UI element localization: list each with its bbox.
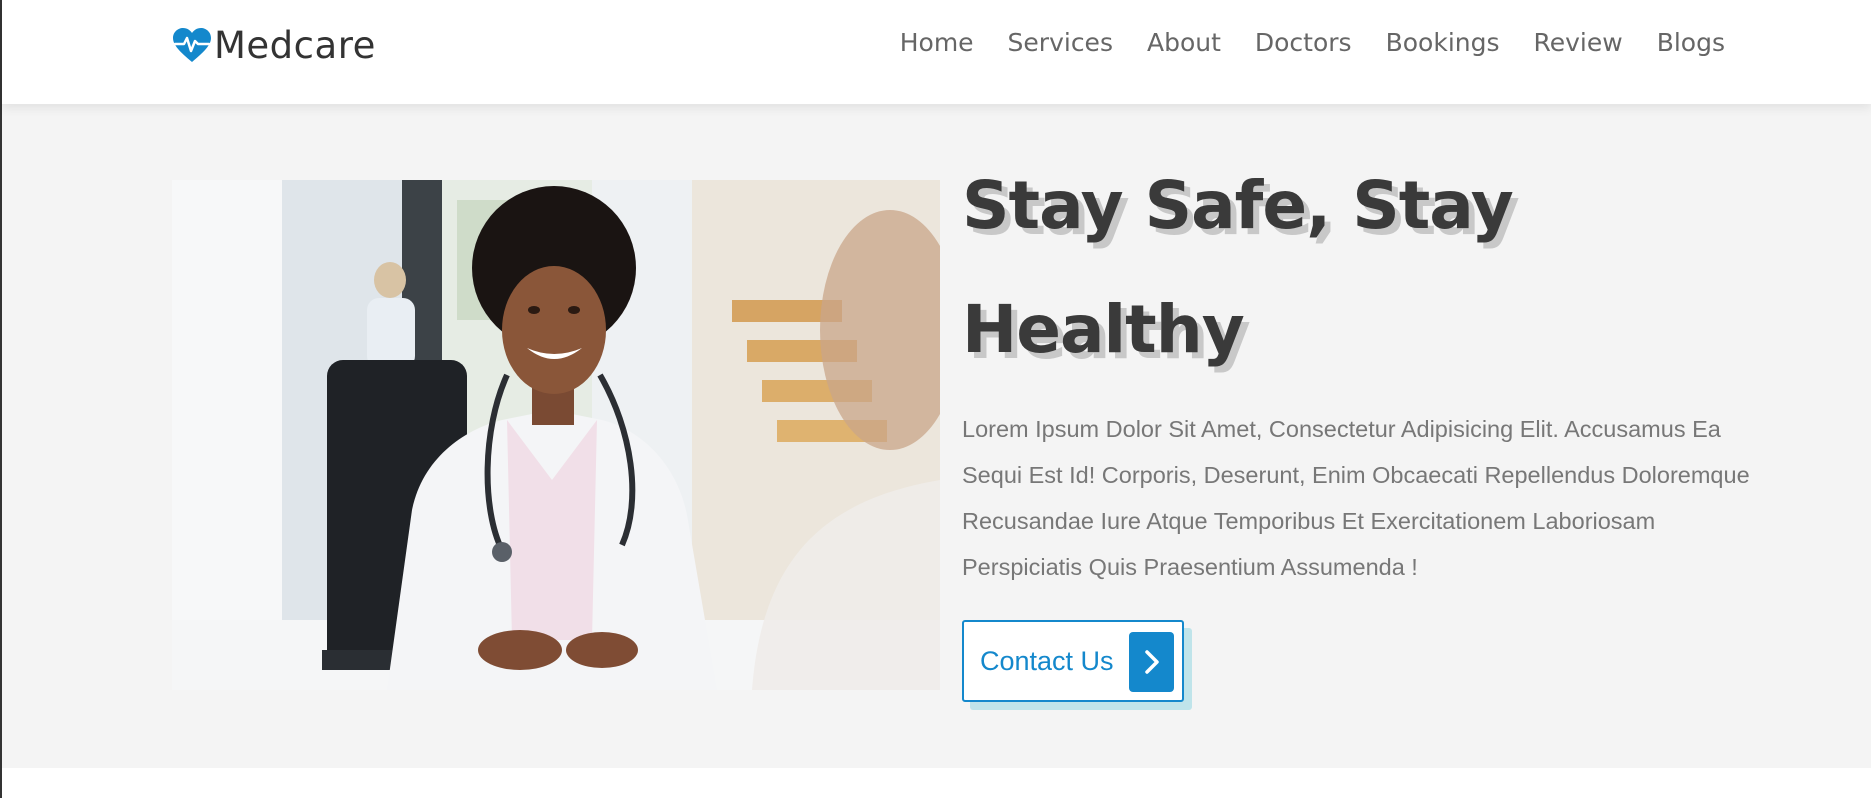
hero-description: Lorem Ipsum Dolor Sit Amet, Consectetur …	[962, 416, 1750, 580]
nav-doctors[interactable]: Doctors	[1255, 28, 1352, 57]
nav-blogs[interactable]: Blogs	[1657, 28, 1725, 57]
nav-home[interactable]: Home	[900, 28, 974, 57]
heart-pulse-icon	[172, 27, 212, 64]
contact-us-button[interactable]: Contact Us	[962, 620, 1184, 702]
nav-about[interactable]: About	[1147, 28, 1221, 57]
chevron-right-icon	[1129, 632, 1174, 692]
page: Medcare Home Services About Doctors Book…	[0, 0, 1871, 798]
hero-title: Stay Safe, Stay Healthy	[962, 144, 1732, 392]
hero-doctor-image	[172, 180, 940, 690]
hero-content: Stay Safe, Stay Healthy Lorem Ipsum Dolo…	[962, 144, 1750, 710]
page-bottom-strip	[2, 768, 1871, 798]
contact-us-label: Contact Us	[980, 645, 1114, 676]
hero-title-line-1: Stay Safe, Stay	[962, 167, 1514, 244]
nav-bookings[interactable]: Bookings	[1386, 28, 1500, 57]
nav-services[interactable]: Services	[1008, 28, 1113, 57]
logo-link[interactable]: Medcare	[172, 24, 376, 67]
site-header: Medcare Home Services About Doctors Book…	[2, 0, 1871, 104]
hero-section: Stay Safe, Stay Healthy Lorem Ipsum Dolo…	[2, 104, 1871, 768]
brand-name: Medcare	[214, 24, 376, 67]
contact-button-wrapper: Contact Us	[962, 620, 1192, 710]
hero-title-line-2: Healthy	[962, 291, 1245, 368]
nav-review[interactable]: Review	[1534, 28, 1623, 57]
main-nav: Home Services About Doctors Bookings Rev…	[900, 28, 1725, 57]
